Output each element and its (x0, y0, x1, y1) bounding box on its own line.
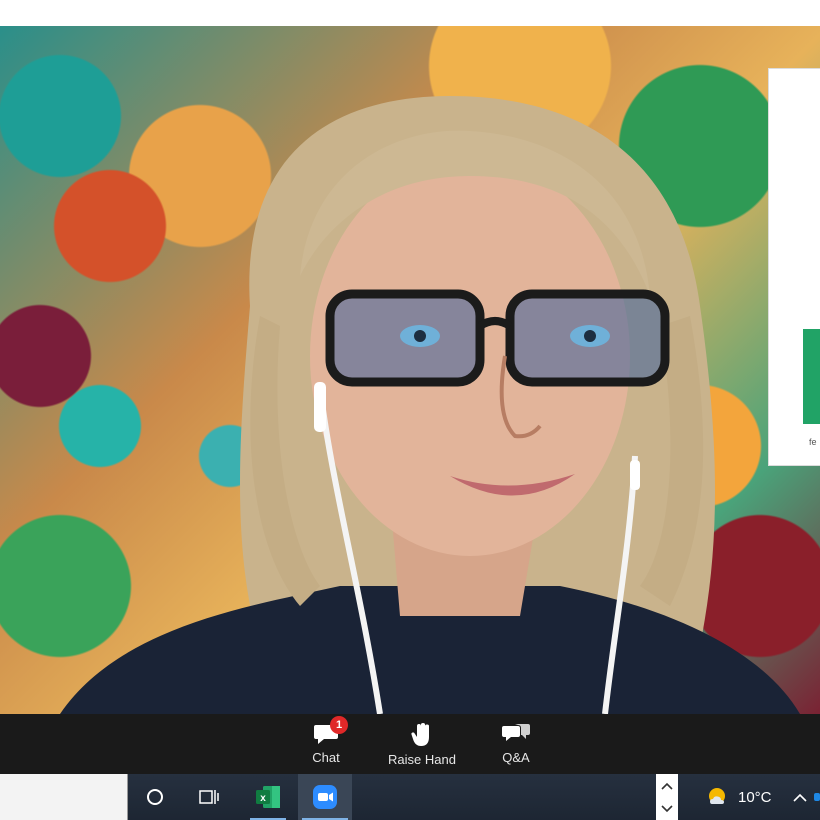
zoom-taskbar-button[interactable] (298, 774, 352, 820)
hand-icon (411, 723, 429, 746)
taskbar-search-box[interactable] (0, 774, 128, 820)
temperature-text: 10°C (738, 788, 772, 806)
chat-unread-badge: 1 (330, 716, 348, 734)
excel-icon: x (256, 786, 280, 808)
show-hidden-icons-button[interactable] (790, 774, 810, 820)
chevron-up-icon (793, 793, 807, 802)
qa-icon (502, 724, 530, 741)
cortana-button[interactable] (140, 774, 170, 820)
chevron-up-icon[interactable] (661, 782, 673, 790)
task-view-button[interactable] (194, 774, 224, 820)
chat-button[interactable]: 1 Chat (296, 714, 356, 774)
meeting-control-bar: 1 Chat Raise Hand Q&A (0, 714, 820, 774)
raise-hand-button[interactable]: Raise Hand (380, 714, 464, 774)
slide-caption: fe (809, 437, 817, 447)
shared-slide-panel: fe (768, 68, 820, 466)
cortana-icon (147, 789, 163, 805)
task-view-icon (199, 790, 219, 804)
taskbar-scroll-control[interactable] (656, 774, 678, 820)
top-strip (0, 0, 820, 26)
excel-letter: x (260, 793, 266, 804)
chat-label: Chat (312, 750, 340, 765)
qa-label: Q&A (502, 750, 530, 765)
partly-sunny-icon (709, 788, 725, 804)
participant-video (60, 96, 800, 714)
screen: fe 1 Chat Raise Hand Q&A x 10°C (0, 0, 820, 820)
raise-hand-label: Raise Hand (388, 752, 456, 767)
zoom-icon (313, 785, 337, 809)
qa-button[interactable]: Q&A (486, 714, 546, 774)
tray-app-icon[interactable] (814, 793, 820, 801)
chevron-down-icon[interactable] (661, 804, 673, 813)
video-feed: fe (0, 26, 820, 714)
weather-widget[interactable]: 10°C (706, 774, 772, 820)
slide-green-block (803, 329, 820, 424)
excel-taskbar-button[interactable]: x (246, 774, 290, 820)
windows-taskbar: x 10°C (0, 774, 820, 820)
